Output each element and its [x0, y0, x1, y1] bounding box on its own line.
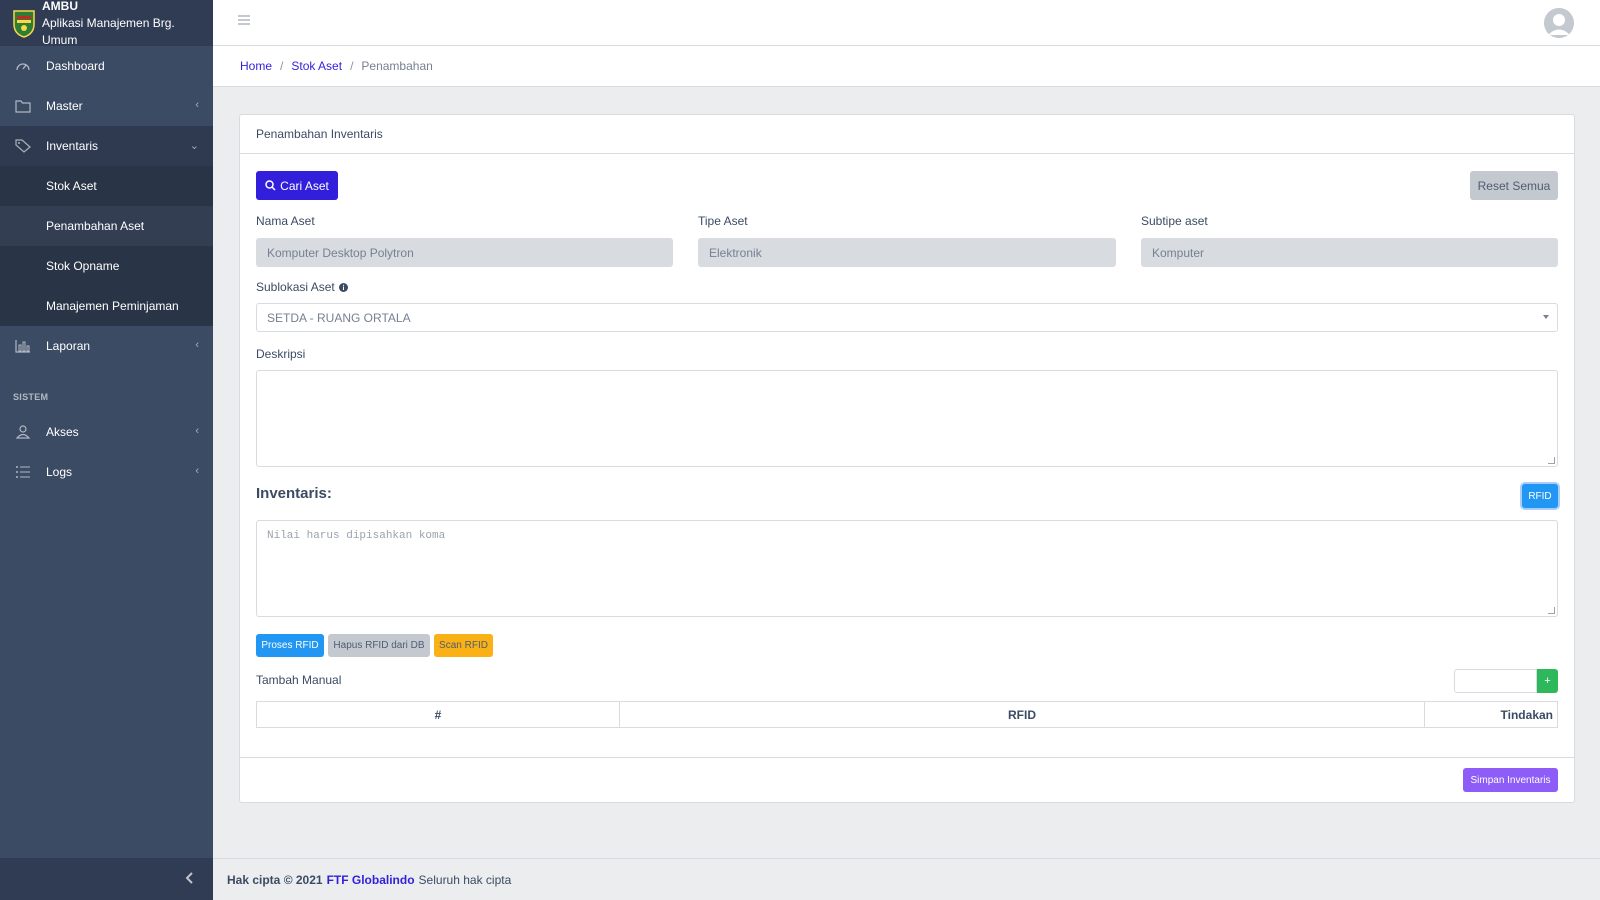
breadcrumb-separator: / — [280, 59, 284, 73]
sublokasi-select[interactable]: SETDA - RUANG ORTALA — [256, 303, 1558, 332]
manual-rfid-input[interactable] — [1454, 669, 1537, 693]
brand-subtitle: Aplikasi Manajemen Brg. Umum — [42, 15, 175, 47]
footer-copyright: Hak cipta © 2021 — [227, 872, 323, 887]
footer-company-link[interactable]: FTF Globalindo — [327, 873, 415, 887]
reset-semua-button[interactable]: Reset Semua — [1470, 171, 1558, 200]
sidebar-item-dashboard[interactable]: Dashboard — [0, 46, 213, 86]
sidebar-item-label: Laporan — [46, 339, 91, 353]
search-icon — [265, 180, 276, 191]
chevron-down-icon: ⌄ — [189, 140, 199, 152]
caret-down-icon — [1543, 315, 1549, 319]
tambah-manual-label: Tambah Manual — [256, 673, 342, 687]
sidebar-item-label: Master — [46, 99, 83, 113]
deskripsi-label: Deskripsi — [256, 347, 306, 361]
inventaris-title: Inventaris: — [256, 485, 332, 502]
chevron-left-icon — [185, 871, 195, 887]
hamburger-icon[interactable] — [237, 14, 251, 29]
sidebar-item-label: Penambahan Aset — [46, 219, 145, 233]
chevron-left-icon: ‹ — [195, 99, 199, 111]
column-header-number: # — [257, 702, 620, 727]
sidebar-item-stok-aset[interactable]: Stok Aset — [0, 166, 213, 206]
footer: Hak cipta © 2021 FTF Globalindo Seluruh … — [213, 858, 1600, 900]
user-icon — [0, 425, 46, 439]
chevron-left-icon: ‹ — [195, 425, 199, 437]
chart-icon — [0, 339, 46, 353]
column-header-tindakan: Tindakan — [1500, 707, 1553, 722]
speedometer-icon — [0, 59, 46, 73]
cari-aset-label: Cari Aset — [280, 178, 329, 193]
hapus-rfid-button[interactable]: Hapus RFID dari DB — [328, 634, 430, 657]
sublokasi-selected: SETDA - RUANG ORTALA — [267, 310, 411, 325]
sidebar-item-label: Akses — [46, 425, 79, 439]
tag-icon — [0, 139, 46, 153]
nama-aset-label: Nama Aset — [256, 214, 315, 228]
sidebar-item-stok-opname[interactable]: Stok Opname — [0, 246, 213, 286]
sidebar-item-logs[interactable]: Logs ‹ — [0, 452, 213, 492]
proses-rfid-button[interactable]: Proses RFID — [256, 634, 324, 657]
breadcrumb-home[interactable]: Home — [240, 59, 272, 73]
subtipe-aset-label: Subtipe aset — [1141, 214, 1208, 228]
sublokasi-label: Sublokasi Aset — [256, 280, 335, 294]
header — [213, 0, 1600, 46]
cari-aset-button[interactable]: Cari Aset — [256, 171, 338, 200]
sidebar-item-penambahan-aset[interactable]: Penambahan Aset — [0, 206, 213, 246]
rfid-textarea[interactable]: Nilai harus dipisahkan koma — [256, 520, 1558, 617]
tipe-aset-label: Tipe Aset — [698, 214, 748, 228]
scan-rfid-button[interactable]: Scan RFID — [434, 634, 493, 657]
penambahan-card: Penambahan Inventaris Cari Aset Reset Se… — [239, 114, 1575, 803]
sidebar-item-label: Dashboard — [46, 59, 105, 73]
sidebar-item-label: Stok Opname — [46, 259, 120, 273]
tipe-aset-field[interactable]: Elektronik — [698, 238, 1116, 267]
logo-icon — [12, 8, 36, 38]
nama-aset-field[interactable]: Komputer Desktop Polytron — [256, 238, 673, 267]
breadcrumb-current: Penambahan — [361, 59, 433, 73]
sidebar-item-master[interactable]: Master ‹ — [0, 86, 213, 126]
deskripsi-textarea[interactable] — [256, 370, 1558, 467]
sidebar-item-label: Manajemen Peminjaman — [46, 299, 179, 313]
info-icon[interactable] — [338, 282, 348, 292]
sidebar-item-label: Logs — [46, 465, 73, 479]
breadcrumb-separator: / — [350, 59, 354, 73]
breadcrumb: Home / Stok Aset / Penambahan — [213, 46, 1600, 87]
column-header-rfid: RFID — [620, 702, 1425, 727]
sidebar-section-title: SISTEM — [13, 392, 49, 402]
sidebar-item-laporan[interactable]: Laporan ‹ — [0, 326, 213, 366]
card-footer: Simpan Inventaris — [240, 757, 1574, 802]
folder-icon — [0, 99, 46, 113]
sidebar-item-label: Stok Aset — [46, 179, 97, 193]
avatar[interactable] — [1544, 8, 1574, 38]
chevron-left-icon: ‹ — [195, 339, 199, 351]
subtipe-aset-field[interactable]: Komputer — [1141, 238, 1558, 267]
rfid-placeholder: Nilai harus dipisahkan koma — [267, 530, 446, 542]
resize-handle-icon[interactable] — [1548, 457, 1555, 464]
sublokasi-label-wrap: Sublokasi Aset — [256, 280, 348, 294]
rfid-table-header: # RFID Tindakan — [256, 701, 1558, 728]
add-manual-button[interactable]: + — [1537, 669, 1558, 693]
simpan-inventaris-button[interactable]: Simpan Inventaris — [1463, 768, 1558, 792]
footer-rights: Seluruh hak cipta — [418, 872, 512, 887]
sidebar: AMBU Aplikasi Manajemen Brg. Umum Dashbo… — [0, 0, 213, 900]
sidebar-item-inventaris[interactable]: Inventaris ⌄ — [0, 126, 213, 166]
inventaris-submenu: Stok Aset Penambahan Aset Stok Opname Ma… — [0, 166, 213, 326]
chevron-left-icon: ‹ — [195, 465, 199, 477]
brand-title: AMBU — [42, 0, 78, 13]
sidebar-minimize-button[interactable] — [0, 858, 213, 900]
breadcrumb-stok-aset[interactable]: Stok Aset — [291, 59, 342, 73]
resize-handle-icon[interactable] — [1548, 607, 1555, 614]
brand[interactable]: AMBU Aplikasi Manajemen Brg. Umum — [0, 0, 213, 47]
sidebar-item-manajemen-peminjaman[interactable]: Manajemen Peminjaman — [0, 286, 213, 326]
sidebar-item-akses[interactable]: Akses ‹ — [0, 412, 213, 452]
sidebar-item-label: Inventaris — [46, 139, 99, 153]
list-icon — [0, 465, 46, 479]
rfid-button[interactable]: RFID — [1522, 484, 1558, 508]
card-title: Penambahan Inventaris — [240, 115, 1574, 154]
